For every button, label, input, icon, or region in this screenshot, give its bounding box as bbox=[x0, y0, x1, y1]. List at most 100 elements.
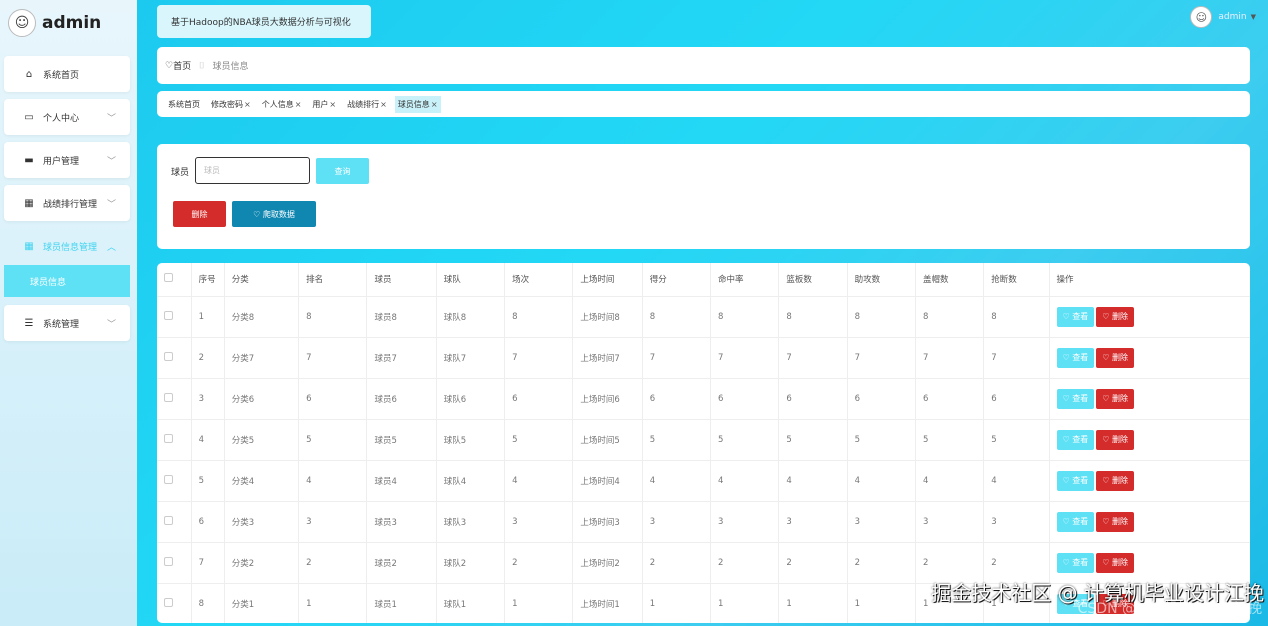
delete-button[interactable]: 删除 bbox=[173, 201, 226, 227]
chevron-down-icon: ﹀ bbox=[106, 113, 116, 124]
table-cell: 1 bbox=[778, 583, 848, 623]
close-icon[interactable]: × bbox=[244, 100, 251, 109]
table-cell: 8 bbox=[983, 296, 1050, 338]
table-cell: 1 bbox=[710, 583, 780, 623]
row-checkbox[interactable] bbox=[164, 515, 173, 525]
table-cell: 分类5 bbox=[224, 419, 300, 461]
select-all-checkbox[interactable] bbox=[164, 273, 173, 283]
row-delete-button[interactable]: ♡ 删除 bbox=[1096, 470, 1134, 491]
close-icon[interactable]: × bbox=[329, 100, 336, 109]
tab-5[interactable]: 球员信息× bbox=[394, 95, 441, 113]
tab-1[interactable]: 修改密码× bbox=[208, 96, 254, 113]
sidebar-item-3[interactable]: ▦ 战绩排行管理 ﹀ bbox=[4, 185, 130, 221]
row-checkbox[interactable] bbox=[164, 597, 173, 607]
table-cell: 球队1 bbox=[436, 583, 506, 623]
row-delete-button[interactable]: ♡ 删除 bbox=[1096, 388, 1134, 409]
table-cell: 8 bbox=[191, 583, 225, 623]
row-checkbox[interactable] bbox=[164, 310, 173, 320]
heart-icon: ♡ bbox=[253, 209, 261, 219]
table-cell: 5 bbox=[983, 419, 1050, 461]
chevron-up-icon: ︿ bbox=[106, 242, 116, 253]
sidebar-item-label: 战绩排行管理 bbox=[43, 199, 98, 210]
row-select-cell bbox=[157, 501, 192, 543]
column-header: 排名 bbox=[298, 263, 368, 297]
data-table-panel: 序号 分类 排名 球员 球队 场次 上场时间 得分 命中率 篮板数 助攻数 盖帽数 抢断数 操作 1 分类8… bbox=[157, 263, 1250, 623]
column-header: 篮板数 bbox=[778, 263, 848, 297]
profile-icon: ▭ bbox=[24, 111, 34, 123]
view-label: 查看 bbox=[1072, 475, 1089, 485]
sidebar-item-label: 系统首页 bbox=[43, 70, 80, 81]
heart-icon: ♡ bbox=[1062, 434, 1070, 444]
heart-icon: ♡ bbox=[1062, 475, 1070, 485]
tab-2[interactable]: 个人信息× bbox=[259, 96, 305, 113]
table-cell: 7 bbox=[191, 542, 225, 584]
column-header: 球员 bbox=[366, 263, 437, 297]
tab-label: 修改密码 bbox=[211, 99, 243, 109]
table-cell: 2 bbox=[298, 542, 368, 584]
sidebar-item-0[interactable]: ⌂ 系统首页 bbox=[4, 56, 130, 92]
sidebar-item-5[interactable]: ☰ 系统管理 ﹀ bbox=[4, 305, 130, 341]
tab-4[interactable]: 战绩排行× bbox=[344, 96, 390, 113]
close-icon[interactable]: × bbox=[380, 100, 387, 109]
actions-cell: ♡ 查看 ♡ 删除 bbox=[1049, 419, 1250, 461]
table-cell: 4 bbox=[710, 460, 780, 502]
player-search-input[interactable] bbox=[195, 157, 310, 184]
table-cell: 4 bbox=[778, 460, 848, 502]
query-button[interactable]: 查询 bbox=[316, 158, 369, 184]
row-delete-button[interactable]: ♡ 删除 bbox=[1096, 347, 1134, 368]
column-header: 盖帽数 bbox=[915, 263, 985, 297]
table-cell: 8 bbox=[847, 296, 916, 338]
row-delete-button[interactable]: ♡ 删除 bbox=[1096, 511, 1134, 532]
crawl-data-label: 爬取数据 bbox=[262, 209, 295, 219]
view-button[interactable]: ♡ 查看 bbox=[1056, 470, 1095, 491]
table-cell: 3 bbox=[983, 501, 1050, 543]
row-checkbox[interactable] bbox=[164, 474, 173, 484]
row-checkbox[interactable] bbox=[164, 351, 173, 361]
heart-icon: ♡ bbox=[1102, 311, 1110, 321]
table-cell: 球员5 bbox=[366, 419, 437, 461]
close-icon[interactable]: × bbox=[295, 100, 302, 109]
tab-0[interactable]: 系统首页 bbox=[165, 96, 203, 113]
home-icon: ⌂ bbox=[25, 68, 33, 80]
submenu-item-player-info[interactable]: 球员信息 bbox=[4, 265, 130, 297]
row-checkbox[interactable] bbox=[164, 556, 173, 566]
players-table: 序号 分类 排名 球员 球队 场次 上场时间 得分 命中率 篮板数 助攻数 盖帽数 抢断数 操作 1 分类8… bbox=[157, 263, 1250, 623]
view-label: 查看 bbox=[1072, 516, 1089, 526]
breadcrumb-home[interactable]: 首页 bbox=[173, 59, 191, 72]
tab-label: 球员信息 bbox=[397, 99, 430, 109]
sidebar-item-4[interactable]: ▦ 球员信息管理 ︿ bbox=[4, 228, 130, 264]
column-header: 命中率 bbox=[710, 263, 780, 297]
select-all-cell bbox=[157, 263, 192, 297]
view-button[interactable]: ♡ 查看 bbox=[1056, 347, 1095, 368]
sidebar-item-2[interactable]: ▬ 用户管理 ﹀ bbox=[4, 142, 130, 178]
row-delete-button[interactable]: ♡ 删除 bbox=[1096, 429, 1134, 450]
row-checkbox[interactable] bbox=[164, 392, 173, 402]
close-icon[interactable]: × bbox=[431, 100, 438, 109]
row-select-cell bbox=[157, 378, 192, 420]
table-cell: 2 bbox=[847, 542, 916, 584]
view-button[interactable]: ♡ 查看 bbox=[1056, 511, 1095, 532]
heart-icon: ♡ bbox=[1062, 557, 1070, 567]
actions-cell: ♡ 查看 ♡ 删除 bbox=[1049, 460, 1250, 502]
table-cell: 3 bbox=[191, 378, 225, 420]
tab-3[interactable]: 用户× bbox=[309, 96, 339, 113]
row-delete-button[interactable]: ♡ 删除 bbox=[1096, 552, 1134, 573]
view-button[interactable]: ♡ 查看 bbox=[1056, 429, 1095, 450]
view-button[interactable]: ♡ 查看 bbox=[1056, 306, 1095, 327]
delete-label: 删除 bbox=[1111, 352, 1128, 362]
tab-label: 个人信息 bbox=[261, 99, 294, 109]
table-cell: 2 bbox=[642, 542, 712, 584]
user-menu[interactable]: ☺ admin ▼ bbox=[1190, 6, 1256, 28]
row-select-cell bbox=[157, 583, 192, 623]
view-button[interactable]: ♡ 查看 bbox=[1056, 388, 1095, 409]
table-cell: 球员7 bbox=[366, 337, 437, 379]
table-cell: 5 bbox=[298, 419, 368, 461]
sidebar-item-1[interactable]: ▭ 个人中心 ﹀ bbox=[4, 99, 130, 135]
table-cell: 8 bbox=[915, 296, 985, 338]
view-button[interactable]: ♡ 查看 bbox=[1056, 552, 1095, 573]
table-row: 6 分类3 3 球员3 球队3 3 上场时间3 3 3 3 3 3 3 ♡ 查看 ♡ 删除 bbox=[157, 501, 1250, 543]
table-cell: 球队2 bbox=[436, 542, 506, 584]
row-checkbox[interactable] bbox=[164, 433, 173, 443]
row-delete-button[interactable]: ♡ 删除 bbox=[1096, 306, 1134, 327]
crawl-data-button[interactable]: ♡ 爬取数据 bbox=[232, 201, 316, 227]
